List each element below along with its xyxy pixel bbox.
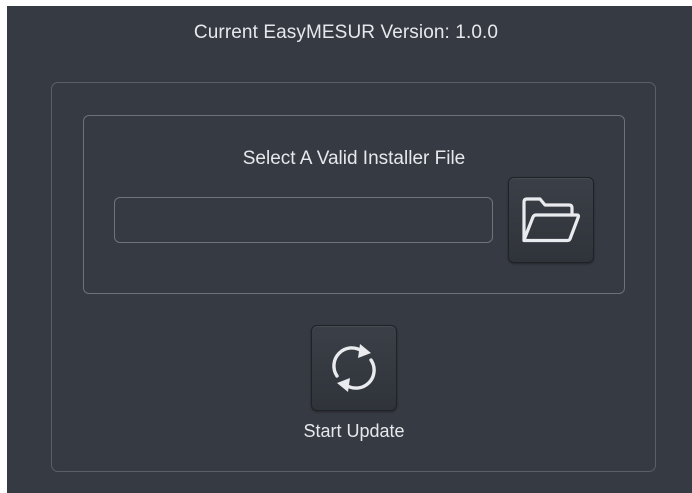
select-installer-label: Select A Valid Installer File <box>242 148 466 169</box>
browse-file-button[interactable] <box>508 177 594 263</box>
version-label: Current EasyMESUR Version: 1.0.0 <box>193 22 499 43</box>
refresh-icon <box>332 344 376 392</box>
folder-open-icon <box>522 197 581 243</box>
installer-file-path-input[interactable] <box>114 197 493 243</box>
start-update-label: Start Update <box>303 421 405 441</box>
start-update-button[interactable] <box>311 325 397 411</box>
